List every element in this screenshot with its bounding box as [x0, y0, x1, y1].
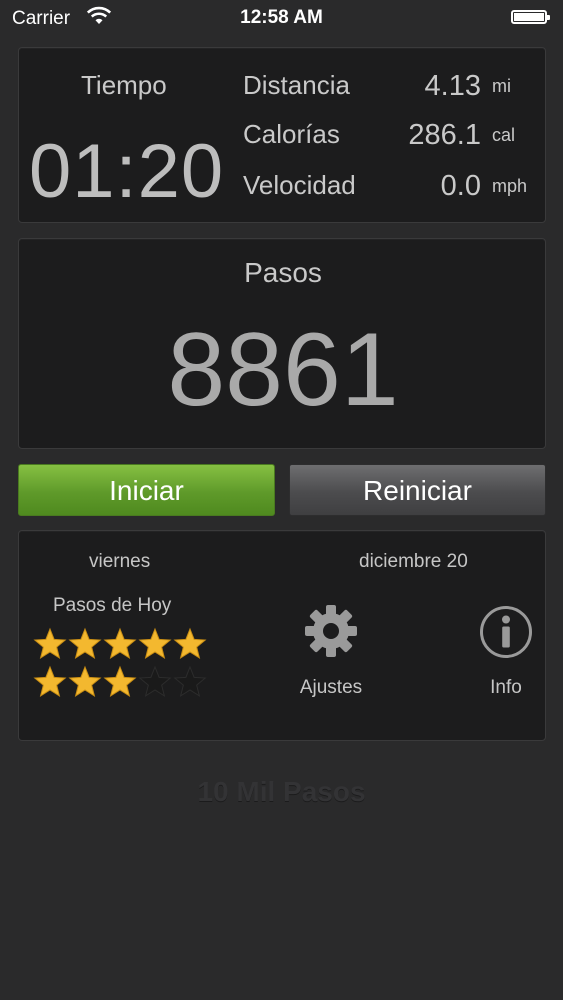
star-rating-row [33, 665, 213, 701]
star-rating-row [33, 627, 213, 663]
star-icon [103, 665, 137, 698]
elapsed-timer: 01:20 [29, 129, 225, 214]
date-label: diciembre 20 [359, 551, 468, 572]
stat-row-speed: Velocidad 0.0 mph [243, 170, 539, 206]
weekday-label: viernes [89, 551, 151, 572]
app-brand-label: 10 Mil Pasos [197, 776, 366, 807]
battery-icon [511, 10, 550, 24]
star-icon [33, 665, 67, 698]
steps-title: Pasos [244, 257, 322, 288]
today-steps-label: Pasos de Hoy [53, 595, 172, 616]
stat-value: 4.13 [424, 70, 481, 102]
star-icon [138, 627, 172, 660]
stat-row-distance: Distancia 4.13 mi [243, 70, 539, 106]
info-label[interactable]: Info [456, 677, 556, 699]
stat-unit: mph [492, 176, 528, 196]
steps-panel: Pasos 8861 [18, 238, 546, 449]
gear-icon[interactable] [303, 603, 359, 659]
star-icon [33, 627, 67, 660]
status-bar: Carrier 12:58 AM [0, 0, 563, 36]
time-label: Tiempo [81, 70, 167, 100]
stat-name: Velocidad [243, 170, 356, 200]
today-panel: viernes diciembre 20 Pasos de Hoy Ajuste… [18, 530, 546, 741]
stat-name: Distancia [243, 70, 350, 100]
steps-count: 8861 [167, 312, 399, 428]
stat-unit: mi [492, 76, 511, 96]
stat-name: Calorías [243, 119, 340, 149]
star-icon [173, 627, 207, 660]
status-time: 12:58 AM [240, 7, 323, 28]
star-icon [138, 665, 172, 698]
info-icon[interactable] [479, 605, 533, 659]
stats-panel: Tiempo 01:20 Distancia 4.13 mi Calorías … [18, 47, 546, 223]
stat-value: 286.1 [408, 119, 481, 151]
stat-row-calories: Calorías 286.1 cal [243, 119, 539, 155]
star-icon [68, 627, 102, 660]
settings-label[interactable]: Ajustes [281, 677, 381, 699]
star-icon [103, 627, 137, 660]
stat-value: 0.0 [440, 170, 481, 202]
reset-button[interactable]: Reiniciar [289, 464, 546, 516]
star-icon [68, 665, 102, 698]
start-button[interactable]: Iniciar [18, 464, 275, 516]
stat-unit: cal [492, 125, 516, 145]
star-icon [173, 665, 207, 698]
